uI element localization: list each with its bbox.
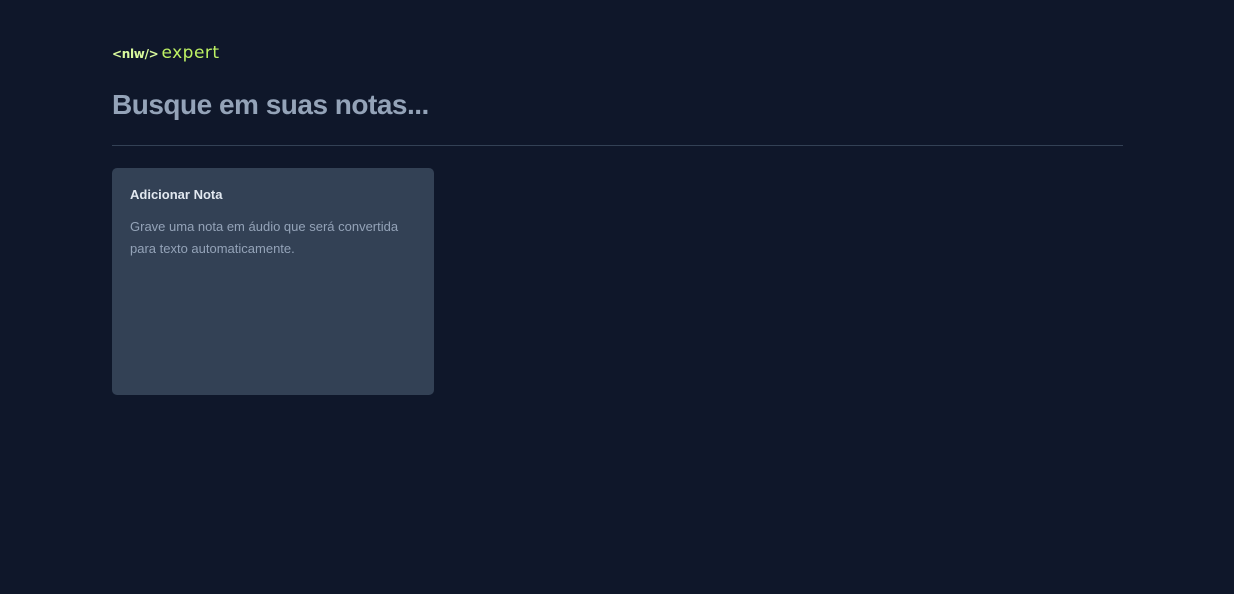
notes-grid: Adicionar Nota Grave uma nota em áudio q…	[112, 168, 1123, 395]
divider	[112, 145, 1123, 146]
add-note-title: Adicionar Nota	[130, 187, 223, 202]
add-note-card[interactable]: Adicionar Nota Grave uma nota em áudio q…	[112, 168, 434, 395]
app-container: <nlw/> expert Adicionar Nota Grave uma n…	[112, 43, 1123, 395]
logo-nlw-text: <nlw/>	[112, 47, 159, 61]
nlw-expert-logo: <nlw/> expert	[112, 43, 1123, 65]
logo-expert-text: expert	[161, 43, 220, 63]
add-note-description: Grave uma nota em áudio que será convert…	[130, 219, 399, 256]
search-input[interactable]	[112, 87, 1123, 123]
